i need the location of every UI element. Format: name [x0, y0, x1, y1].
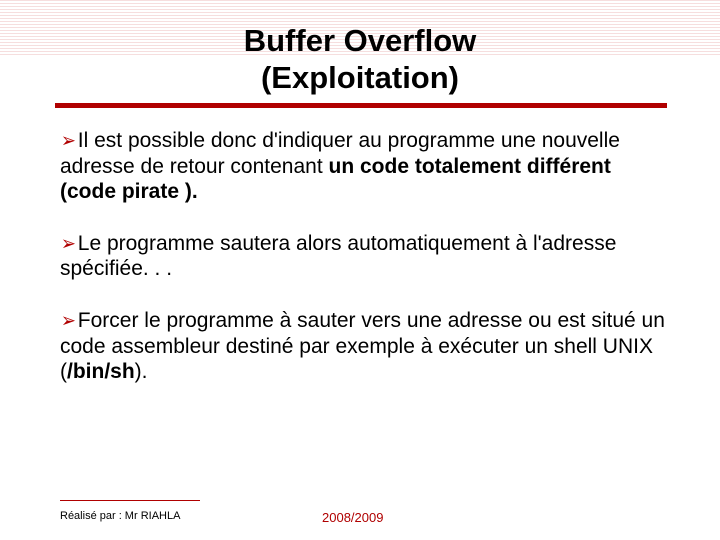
arrow-icon: ➢: [61, 232, 76, 256]
footer-author: Réalisé par : Mr RIAHLA: [60, 510, 180, 522]
slide-title: Buffer Overflow (Exploitation): [0, 22, 720, 96]
bullet-3-text: Forcer le programme à sauter vers une ad…: [60, 309, 665, 383]
bullet-2: ➢Le programme sautera alors automatiquem…: [60, 231, 668, 282]
bullet-2-text: Le programme sautera alors automatiqueme…: [60, 232, 616, 281]
title-underline: [55, 103, 667, 108]
footer-year: 2008/2009: [322, 510, 383, 525]
bullet-3-bold: /bin/sh: [67, 360, 135, 383]
footer-divider: [60, 500, 200, 501]
bullet-1: ➢Il est possible donc d'indiquer au prog…: [60, 128, 668, 205]
body-content: ➢Il est possible donc d'indiquer au prog…: [60, 128, 668, 411]
slide: Buffer Overflow (Exploitation) ➢Il est p…: [0, 0, 720, 540]
arrow-icon: ➢: [61, 129, 76, 153]
bullet-3: ➢Forcer le programme à sauter vers une a…: [60, 308, 668, 385]
title-line-1: Buffer Overflow: [244, 23, 477, 58]
arrow-icon: ➢: [61, 309, 76, 333]
title-line-2: (Exploitation): [261, 60, 459, 95]
title-block: Buffer Overflow (Exploitation): [0, 22, 720, 96]
bullet-3-post: ).: [135, 360, 148, 383]
